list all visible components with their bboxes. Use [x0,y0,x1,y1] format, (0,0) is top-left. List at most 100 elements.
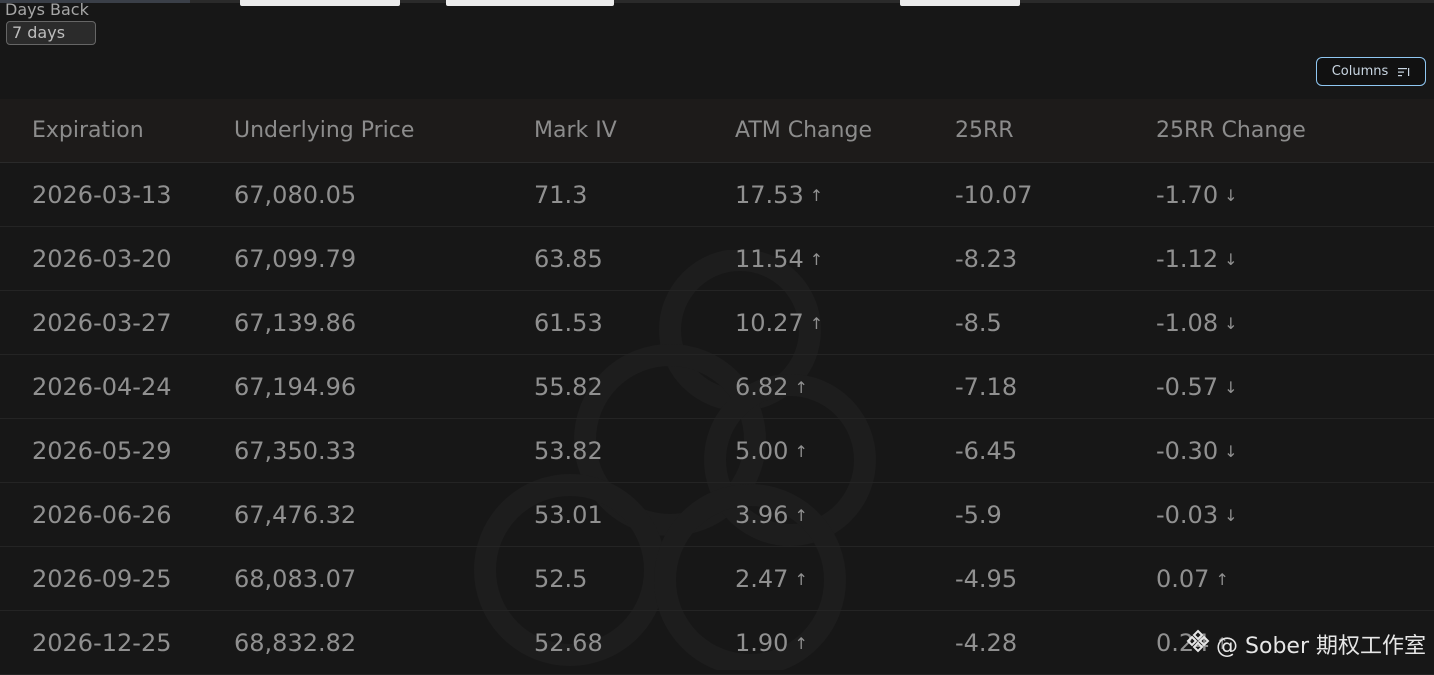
arrow-down-icon: ↓ [1224,249,1238,269]
cell-25rr-change: -0.57 ↓ [1156,354,1434,419]
days-back-select[interactable]: 7 days [6,21,96,45]
cell-25rr-change: -1.12 ↓ [1156,226,1434,291]
cell-atm-change: 11.54 ↑ [735,226,955,291]
cell-25rr-change-value: -1.70 [1156,180,1219,209]
cell-25rr-value: -5.9 [955,500,1002,529]
cell-underlying-price-value: 68,832.82 [234,628,357,657]
cell-underlying-price: 68,083.07 [234,546,534,611]
columns-button[interactable]: Columns [1316,57,1426,86]
cell-underlying-price: 67,139.86 [234,290,534,355]
cell-atm-change: 17.53 ↑ [735,162,955,227]
columns-button-label: Columns [1331,64,1389,79]
cell-atm-change-value: 5.00 [735,436,789,465]
arrow-up-icon: ↑ [794,441,808,461]
cell-expiration: 2026-06-26 [0,482,234,547]
table-row[interactable]: 2026-05-29 67,350.33 53.82 5.00 ↑ -6.45 -0.30 ↓ [0,418,1434,483]
cell-mark-iv-value: 53.82 [534,436,603,465]
cell-atm-change-value: 3.96 [735,500,789,529]
cell-25rr-value: -7.18 [955,372,1018,401]
column-header-25rr-change[interactable]: 25RR Change [1156,99,1434,163]
cell-underlying-price-value: 67,476.32 [234,500,357,529]
cell-underlying-price: 67,080.05 [234,162,534,227]
table-header-row: Expiration Underlying Price Mark IV ATM … [0,99,1434,163]
cell-expiration-value: 2026-09-25 [32,564,172,593]
cell-expiration-value: 2026-12-25 [32,628,172,657]
cell-25rr-change-value: -0.57 [1156,372,1219,401]
cell-atm-change: 6.82 ↑ [735,354,955,419]
cell-expiration-value: 2026-03-20 [32,244,172,273]
cell-25rr-change: -1.08 ↓ [1156,290,1434,355]
cell-underlying-price-value: 67,139.86 [234,308,357,337]
table-row[interactable]: 2026-03-27 67,139.86 61.53 10.27 ↑ -8.5 -1.08 ↓ [0,290,1434,355]
cell-25rr: -4.28 [955,610,1156,675]
cell-expiration: 2026-04-24 [0,354,234,419]
arrow-up-icon: ↑ [809,313,824,333]
cell-atm-change-value: 17.53 [735,180,804,209]
cell-underlying-price-value: 67,350.33 [234,436,357,465]
arrow-up-icon: ↑ [794,505,808,525]
cell-atm-change: 5.00 ↑ [735,418,955,483]
cell-mark-iv: 61.53 [534,290,735,355]
cell-expiration: 2026-12-25 [0,610,234,675]
arrow-down-icon: ↓ [1224,505,1238,525]
cell-atm-change: 10.27 ↑ [735,290,955,355]
cell-25rr: -8.5 [955,290,1156,355]
arrow-down-icon: ↓ [1224,313,1238,333]
cell-underlying-price: 68,832.82 [234,610,534,675]
cell-expiration-value: 2026-03-27 [32,308,172,337]
cell-atm-change: 1.90 ↑ [735,610,955,675]
table-row[interactable]: 2026-09-25 68,083.07 52.5 2.47 ↑ -4.95 0.07 ↑ [0,546,1434,611]
arrow-down-icon: ↓ [1224,377,1238,397]
cell-atm-change-value: 1.90 [735,628,789,657]
cell-mark-iv-value: 52.5 [534,564,588,593]
cell-mark-iv-value: 61.53 [534,308,603,337]
cell-expiration: 2026-05-29 [0,418,234,483]
cell-underlying-price-value: 67,194.96 [234,372,357,401]
column-header-expiration[interactable]: Expiration [0,99,234,163]
cell-underlying-price: 67,476.32 [234,482,534,547]
cell-expiration-value: 2026-04-24 [32,372,172,401]
cell-atm-change-value: 6.82 [735,372,789,401]
arrow-down-icon: ↓ [1224,441,1238,461]
cell-mark-iv: 53.82 [534,418,735,483]
cell-25rr-change-value: -1.08 [1156,308,1219,337]
cell-expiration-value: 2026-03-13 [32,180,172,209]
cell-25rr-value: -10.07 [955,180,1033,209]
cell-25rr-value: -4.95 [955,564,1018,593]
cell-25rr: -4.95 [955,546,1156,611]
arrow-up-icon: ↑ [1215,569,1229,589]
cell-25rr: -7.18 [955,354,1156,419]
cell-underlying-price-value: 67,099.79 [234,244,357,273]
column-header-atm-change[interactable]: ATM Change [735,99,955,163]
cell-mark-iv: 52.68 [534,610,735,675]
column-header-25rr[interactable]: 25RR [955,99,1156,163]
cell-25rr: -10.07 [955,162,1156,227]
cell-underlying-price-value: 68,083.07 [234,564,357,593]
watermark-credit: @ Sober 期权工作室 [1186,628,1426,660]
column-header-mark-iv[interactable]: Mark IV [534,99,735,163]
cell-25rr-value: -8.5 [955,308,1002,337]
cell-expiration: 2026-03-27 [0,290,234,355]
binance-logo-icon [1186,629,1210,659]
cell-expiration: 2026-09-25 [0,546,234,611]
cell-mark-iv-value: 55.82 [534,372,603,401]
cell-25rr-change-value: -0.30 [1156,436,1219,465]
cell-mark-iv: 52.5 [534,546,735,611]
cell-underlying-price: 67,350.33 [234,418,534,483]
cell-25rr-change: -0.03 ↓ [1156,482,1434,547]
cell-25rr-change-value: -1.12 [1156,244,1219,273]
cell-25rr-value: -8.23 [955,244,1018,273]
days-back-label: Days Back [5,0,89,19]
table-row[interactable]: 2026-04-24 67,194.96 55.82 6.82 ↑ -7.18 -0.57 ↓ [0,354,1434,419]
sort-lines-icon [1398,67,1410,77]
cropped-header-graphic [446,0,614,6]
table-row[interactable]: 2026-06-26 67,476.32 53.01 3.96 ↑ -5.9 -0.03 ↓ [0,482,1434,547]
arrow-up-icon: ↑ [794,633,808,653]
table-row[interactable]: 2026-03-13 67,080.05 71.3 17.53 ↑ -10.07 -1.70… [0,162,1434,227]
cell-mark-iv-value: 71.3 [534,180,588,209]
cell-atm-change: 2.47 ↑ [735,546,955,611]
cell-mark-iv-value: 63.85 [534,244,603,273]
table-row[interactable]: 2026-03-20 67,099.79 63.85 11.54 ↑ -8.23 -1.12… [0,226,1434,291]
column-header-underlying-price[interactable]: Underlying Price [234,99,534,163]
cell-atm-change: 3.96 ↑ [735,482,955,547]
